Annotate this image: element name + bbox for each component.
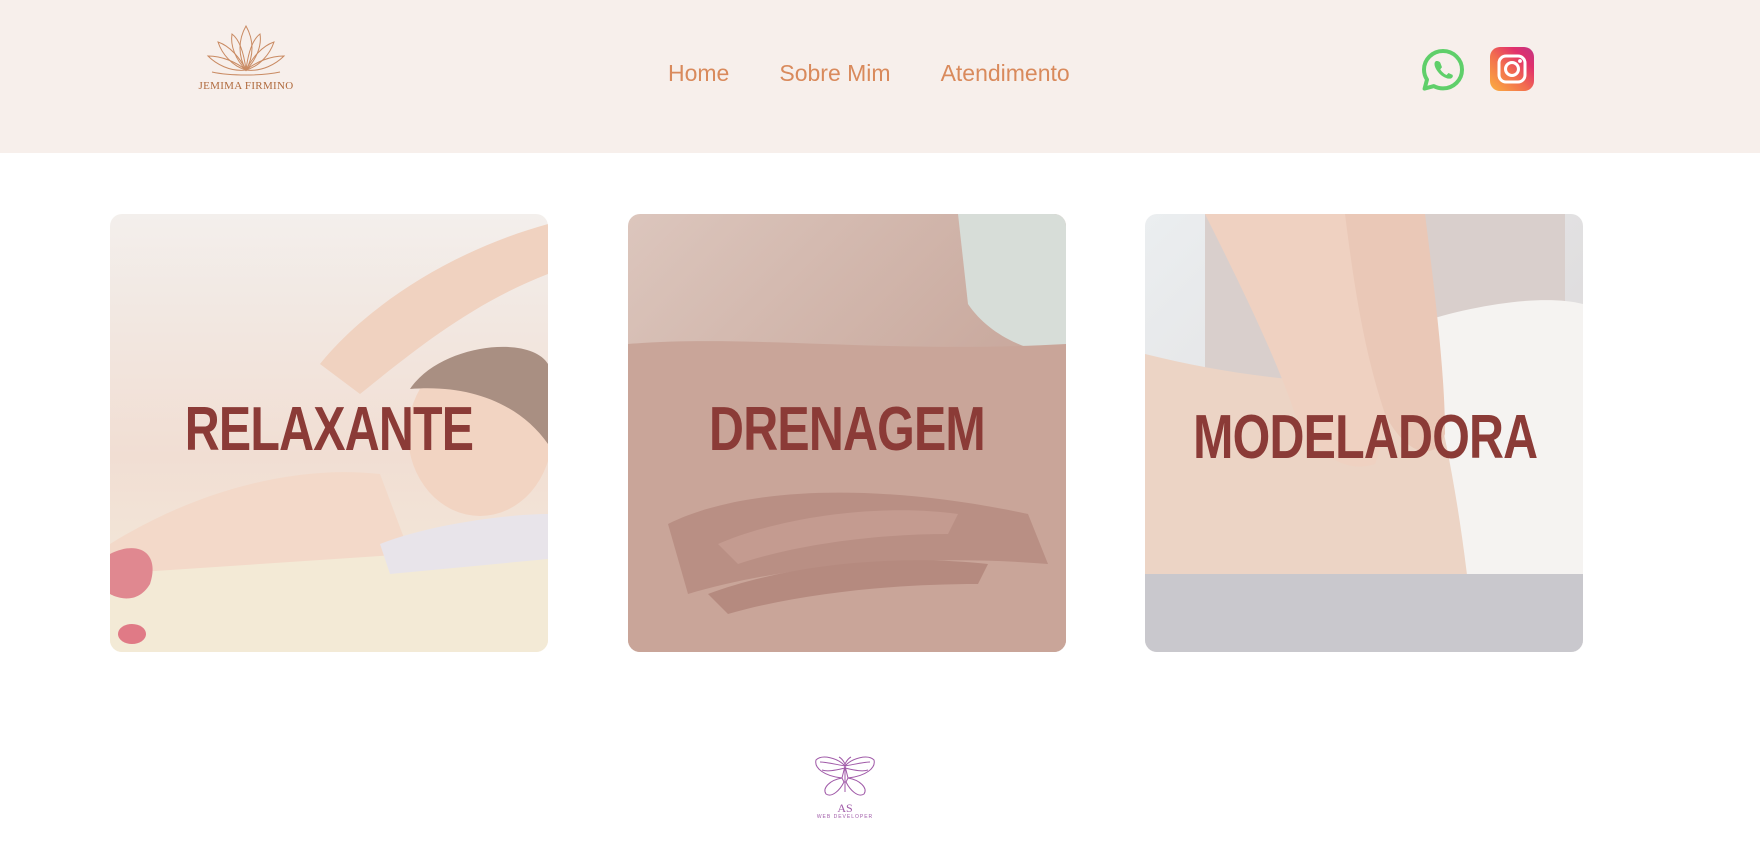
- brand-name: JEMIMA FIRMINO: [198, 80, 294, 92]
- service-title: RELAXANTE: [184, 395, 474, 464]
- service-card-modeladora[interactable]: MODELADORA: [1145, 214, 1583, 652]
- developer-tagline: WEB DEVELOPER: [816, 814, 874, 820]
- whatsapp-icon: [1422, 49, 1464, 91]
- lotus-icon: [206, 24, 286, 76]
- developer-initials: AS: [837, 801, 853, 815]
- site-header: JEMIMA FIRMINO Home Sobre Mim Atendiment…: [0, 0, 1760, 153]
- service-title: MODELADORA: [1193, 403, 1538, 472]
- main-nav: Home Sobre Mim Atendimento: [668, 58, 1070, 88]
- service-title: DRENAGEM: [709, 395, 986, 464]
- butterfly-icon: [815, 756, 875, 796]
- instagram-icon: [1490, 47, 1534, 91]
- service-card-relaxante[interactable]: RELAXANTE: [110, 214, 548, 652]
- service-card-drenagem[interactable]: DRENAGEM: [628, 214, 1066, 652]
- instagram-link[interactable]: [1490, 47, 1534, 95]
- nav-link-atendimento[interactable]: Atendimento: [941, 60, 1070, 87]
- developer-logo[interactable]: AS WEB DEVELOPER: [812, 756, 878, 846]
- nav-link-home[interactable]: Home: [668, 60, 729, 87]
- services-grid: RELAXANTE DRENAGEM MODELADORA: [0, 214, 1760, 652]
- nav-link-sobre-mim[interactable]: Sobre Mim: [779, 60, 890, 87]
- whatsapp-link[interactable]: [1420, 47, 1466, 97]
- brand-logo[interactable]: JEMIMA FIRMINO: [196, 22, 296, 112]
